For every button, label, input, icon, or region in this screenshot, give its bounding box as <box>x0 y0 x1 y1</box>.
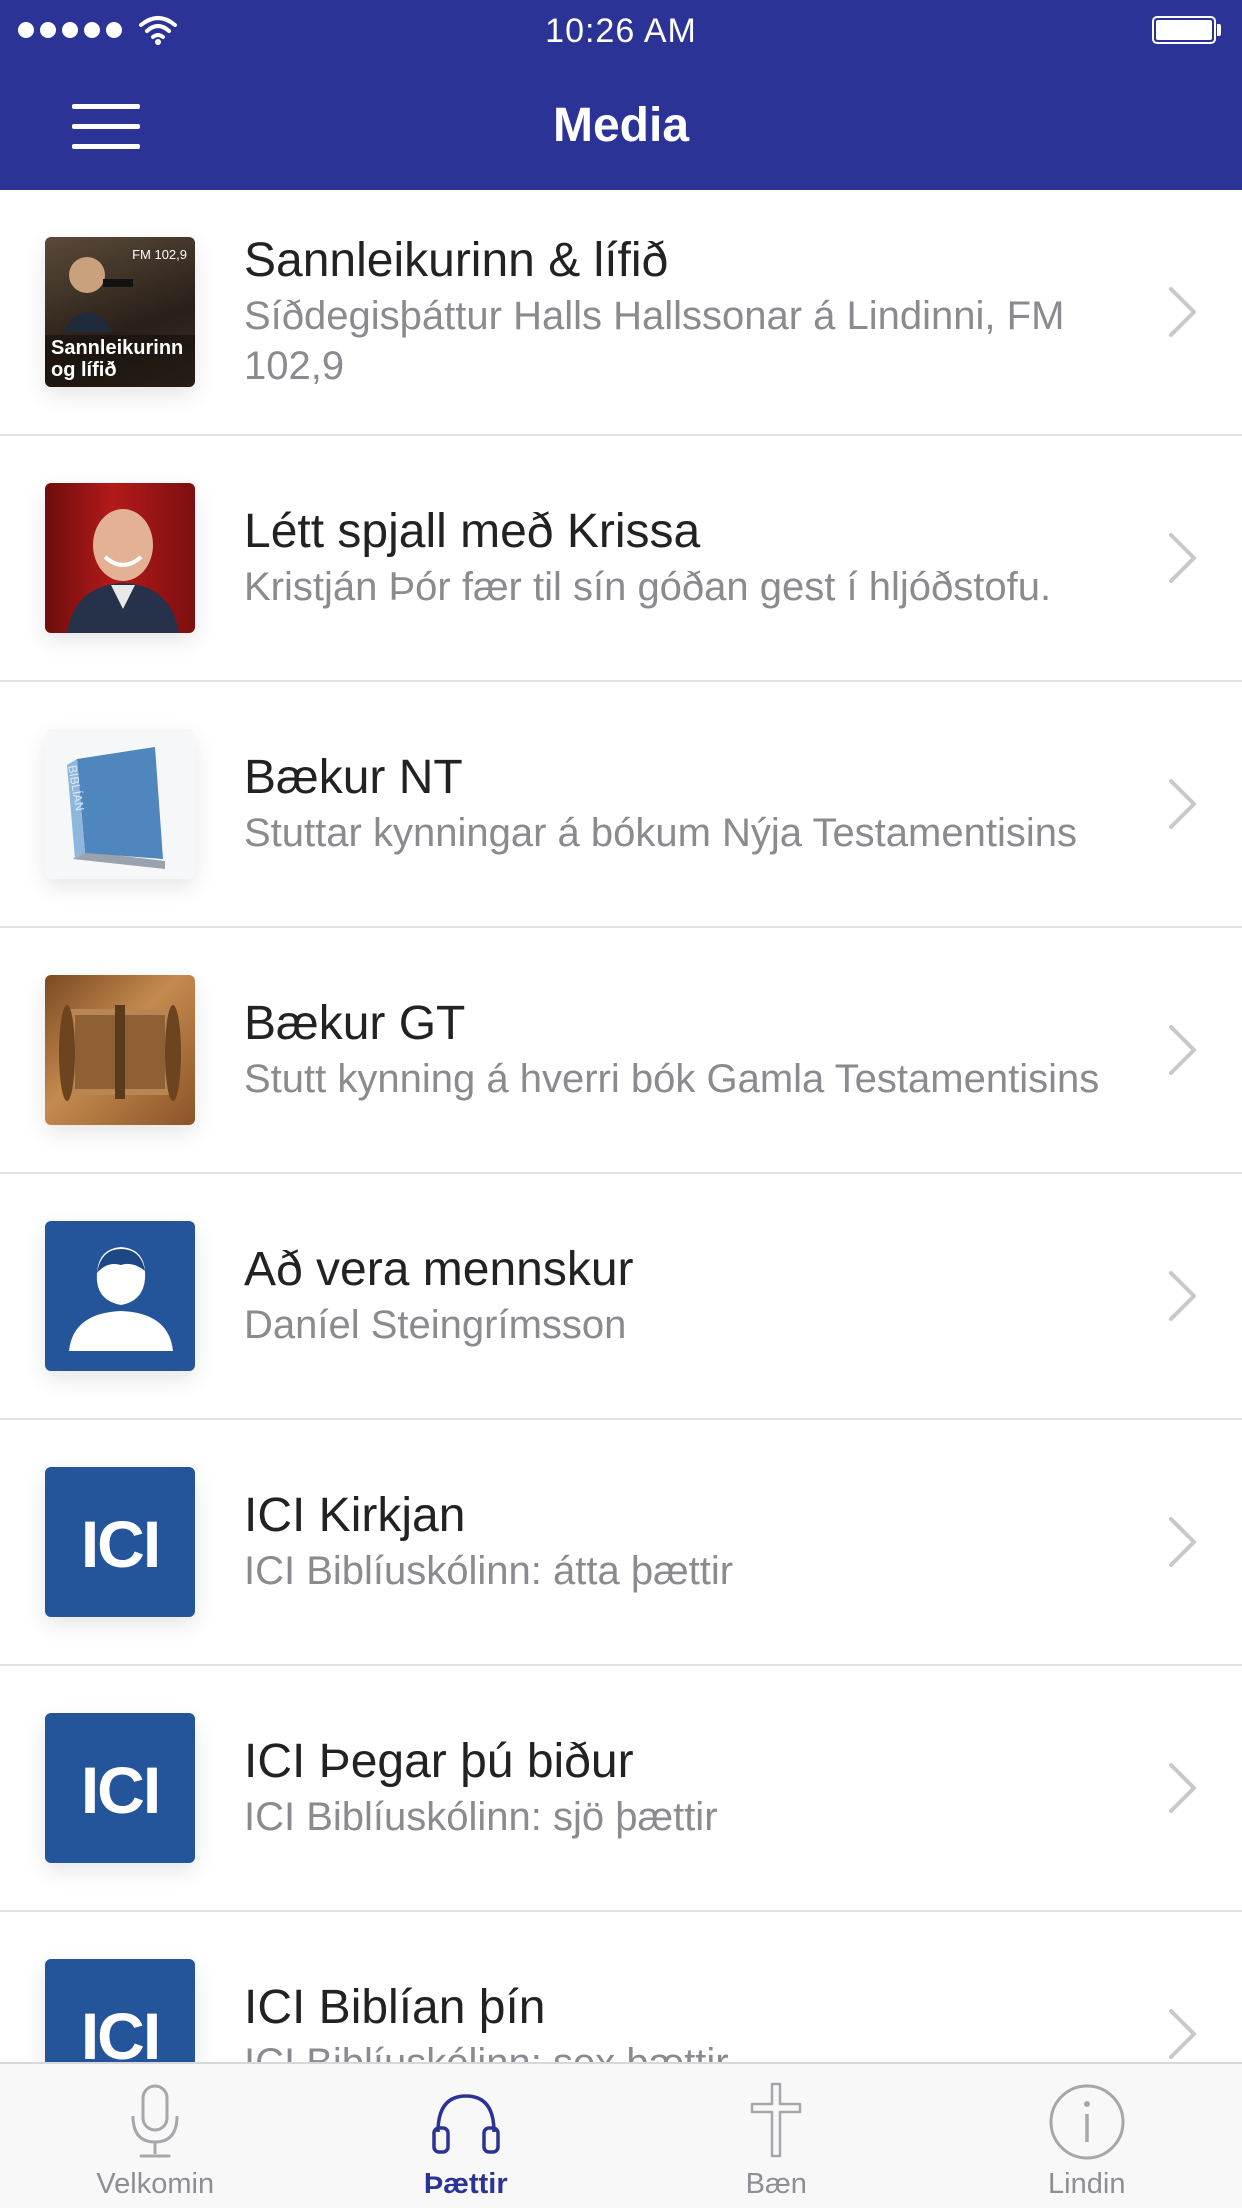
tab-lindin[interactable]: Lindin <box>932 2064 1242 2208</box>
tab-velkomin[interactable]: Velkomin <box>0 2064 311 2208</box>
tab-bar: Velkomin Þættir Bæn Lindin <box>0 2062 1242 2208</box>
cross-icon <box>751 2082 802 2158</box>
list-item-text: ICI Þegar þú biður ICI Biblíuskólinn: sj… <box>244 1734 1132 1842</box>
list-item-subtitle: ICI Biblíuskólinn: átta þættir <box>244 1549 734 1593</box>
list-item-title: ICI Þegar þú biður <box>244 1735 634 1788</box>
list-item-subtitle: Daníel Steingrímsson <box>244 1303 627 1347</box>
headphones-icon <box>432 2094 500 2154</box>
thumbnail-caption: Sannleikurinn og lífið <box>51 337 184 381</box>
tab-label: Bæn <box>745 2168 807 2200</box>
show-thumbnail: ICI <box>45 1959 195 2062</box>
list-item-title: Létt spjall með Krissa <box>244 505 701 558</box>
tab-thaettir[interactable]: Þættir <box>311 2064 622 2208</box>
list-item-title: Að vera mennskur <box>244 1243 634 1296</box>
list-item-subtitle: Síðdegisþáttur Halls Hallssonar á Lindin… <box>244 294 1065 388</box>
list-item-text: Bækur GT Stutt kynning á hverri bók Gaml… <box>244 996 1132 1104</box>
chevron-right-icon <box>1169 1271 1196 1321</box>
list-item-title: Bækur NT <box>244 751 463 804</box>
list-item[interactable]: ICI ICI Biblían þín ICI Biblíuskólinn: s… <box>0 1912 1242 2062</box>
show-thumbnail: FM 102,9 Sannleikurinn og lífið <box>45 237 195 387</box>
show-thumbnail: ICI <box>45 1713 195 1863</box>
tab-label: Lindin <box>1048 2168 1126 2200</box>
list-item-subtitle: ICI Biblíuskólinn: sex þættir <box>244 2038 1132 2062</box>
list-item-text: Að vera mennskur Daníel Steingrímsson <box>244 1242 1132 1350</box>
info-icon <box>1049 2084 1125 2160</box>
microphone-icon <box>131 2084 179 2158</box>
chevron-right-icon <box>1169 533 1196 583</box>
list-item-text: Létt spjall með Krissa Kristján Þór fær … <box>244 504 1132 612</box>
chevron-right-icon <box>1169 1763 1196 1813</box>
list-item-text: ICI Kirkjan ICI Biblíuskólinn: átta þætt… <box>244 1488 1132 1596</box>
tab-label: Þættir <box>423 2168 508 2200</box>
list-item[interactable]: ICI ICI Þegar þú biður ICI Biblíuskólinn… <box>0 1666 1242 1912</box>
battery-tip <box>1217 24 1221 36</box>
list-item-text: Bækur NT Stuttar kynningar á bókum Nýja … <box>244 750 1132 858</box>
list-item[interactable]: Létt spjall með Krissa Kristján Þór fær … <box>0 436 1242 682</box>
list-item-text: ICI Biblían þín ICI Biblíuskólinn: sex þ… <box>244 1980 1132 2062</box>
list-item-title: Sannleikurinn & lífið <box>244 234 669 287</box>
navigation-bar: 10:26 AM Media <box>0 0 1242 190</box>
page-title: Media <box>552 99 690 152</box>
show-thumbnail <box>45 975 195 1125</box>
list-item[interactable]: ICI ICI Kirkjan ICI Biblíuskólinn: átta … <box>0 1420 1242 1666</box>
ici-logo-text: ICI <box>80 1507 161 1581</box>
ici-logo-text: ICI <box>80 1999 161 2062</box>
chevron-right-icon <box>1169 287 1196 337</box>
list-item-subtitle: Stuttar kynningar á bókum Nýja Testament… <box>244 811 1077 855</box>
list-item-subtitle: Kristján Þór fær til sín góðan gest í hl… <box>244 565 1052 609</box>
list-item-text: Sannleikurinn & lífið Síðdegisþáttur Hal… <box>244 233 1132 391</box>
show-thumbnail: ICI <box>45 1467 195 1617</box>
chevron-right-icon <box>1169 1517 1196 1567</box>
media-list: FM 102,9 Sannleikurinn og lífið Sannleik… <box>0 190 1242 2062</box>
list-item[interactable]: BIBLÍAN Bækur NT Stuttar kynningar á bók… <box>0 682 1242 928</box>
list-item-subtitle: Stutt kynning á hverri bók Gamla Testame… <box>244 1057 1100 1101</box>
list-item-title: ICI Kirkjan <box>244 1489 466 1542</box>
show-thumbnail <box>45 483 195 633</box>
battery-full-icon <box>1152 16 1216 44</box>
list-item-subtitle: ICI Biblíuskólinn: sjö þættir <box>244 1795 718 1839</box>
list-item[interactable]: Bækur GT Stutt kynning á hverri bók Gaml… <box>0 928 1242 1174</box>
show-thumbnail: BIBLÍAN <box>45 729 195 879</box>
chevron-right-icon <box>1169 2009 1196 2059</box>
list-item[interactable]: FM 102,9 Sannleikurinn og lífið Sannleik… <box>0 190 1242 436</box>
thumbnail-badge: FM 102,9 <box>132 247 187 262</box>
status-bar: 10:26 AM <box>0 0 1242 62</box>
show-thumbnail <box>45 1221 195 1371</box>
ici-logo-text: ICI <box>80 1753 161 1827</box>
list-item-title: ICI Biblían þín <box>244 1981 546 2034</box>
list-item-title: Bækur GT <box>244 997 466 1050</box>
tab-label: Velkomin <box>96 2168 215 2200</box>
status-time: 10:26 AM <box>545 12 697 50</box>
chevron-right-icon <box>1169 1025 1196 1075</box>
list-item[interactable]: Að vera mennskur Daníel Steingrímsson <box>0 1174 1242 1420</box>
tab-baen[interactable]: Bæn <box>621 2064 932 2208</box>
chevron-right-icon <box>1169 779 1196 829</box>
